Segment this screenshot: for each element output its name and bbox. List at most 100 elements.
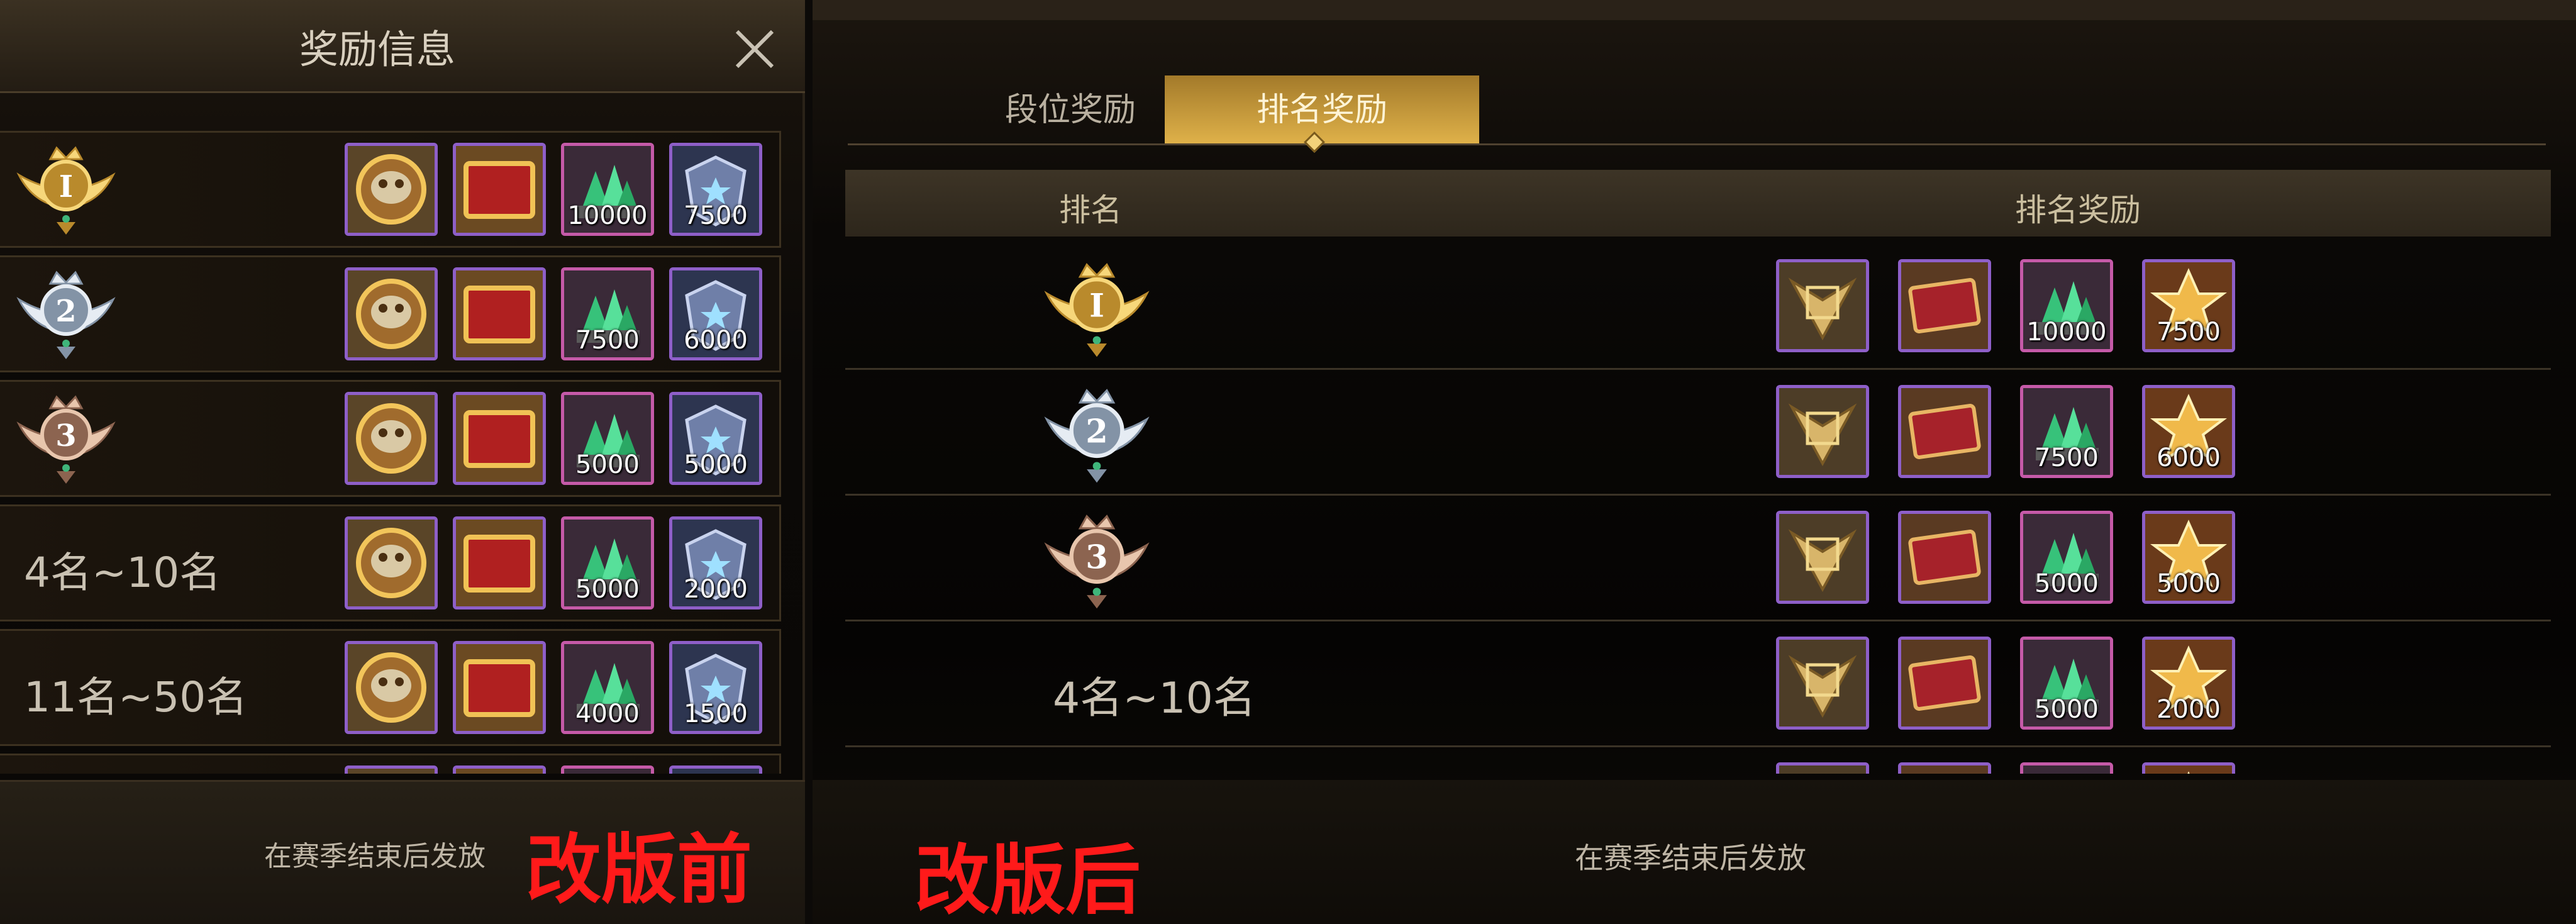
reward-crystal-icon[interactable]: 7500 — [2020, 385, 2113, 478]
reward-crystal-icon[interactable] — [561, 765, 654, 774]
reward-crystal-icon[interactable]: 4000 — [561, 641, 654, 734]
reward-crystal-icon[interactable]: 7500 — [561, 267, 654, 360]
item-quantity: 5000 — [2035, 695, 2099, 724]
reward-row: 11名~50名 4000 1500 — [0, 629, 781, 746]
reward-card-icon[interactable] — [453, 392, 546, 485]
reward-frame-icon[interactable] — [345, 516, 438, 610]
reward-card-icon[interactable] — [1898, 385, 1991, 478]
reward-emblem-icon[interactable]: 7500 — [669, 143, 762, 236]
panel-header: 奖励信息 — [0, 0, 805, 93]
reward-frame-icon[interactable] — [345, 267, 438, 360]
item-quantity: 2000 — [2157, 695, 2221, 724]
reward-emblem-icon[interactable]: 6000 — [669, 267, 762, 360]
rank-2-medal-icon: 2 — [1044, 389, 1150, 483]
reward-frame-icon[interactable] — [345, 143, 438, 236]
reward-card-icon[interactable] — [453, 143, 546, 236]
reward-row: 3 5000 5000 — [0, 380, 781, 497]
reward-card-icon[interactable] — [1898, 637, 1991, 730]
reward-card-icon[interactable] — [453, 765, 546, 774]
reward-emblem-icon[interactable] — [2142, 762, 2235, 774]
reward-table[interactable]: I 10000 7500 2 7500 6000 3 5000 5000 4名~… — [845, 245, 2551, 774]
top-bar — [813, 0, 2576, 20]
rank-range-label: 4名~10名 — [1053, 674, 1256, 723]
reward-emblem-icon[interactable]: 2000 — [669, 516, 762, 610]
item-quantity: 2000 — [684, 575, 748, 604]
table-row: I 10000 7500 — [845, 245, 2551, 370]
item-quantity: 5000 — [2157, 569, 2221, 598]
column-header-rank: 排名 — [1059, 192, 1122, 228]
item-quantity: 5000 — [575, 450, 640, 479]
reward-card-icon[interactable] — [453, 267, 546, 360]
reward-emblem-icon[interactable]: 7500 — [2142, 259, 2235, 352]
comparison-screenshot: 奖励信息 I 10000 7500 2 7500 6000 3 5000 500… — [0, 0, 2576, 924]
reward-emblem-icon[interactable]: 2000 — [2142, 637, 2235, 730]
reward-emblem-icon[interactable] — [669, 765, 762, 774]
reward-crystal-icon[interactable]: 5000 — [561, 392, 654, 485]
rank-3-medal-icon: 3 — [16, 395, 116, 484]
reward-row: 2 7500 6000 — [0, 255, 781, 372]
version-caption-after: 改版后 — [914, 837, 1141, 924]
svg-text:3: 3 — [55, 418, 76, 454]
tab-rank-reward[interactable]: 排名奖励 — [1165, 75, 1479, 145]
reward-card-icon[interactable] — [453, 641, 546, 734]
rank-1-medal-icon: I — [16, 146, 116, 235]
reward-crystal-icon[interactable]: 5000 — [2020, 637, 2113, 730]
reward-frame-icon[interactable] — [1776, 637, 1869, 730]
reward-emblem-icon[interactable]: 1500 — [669, 641, 762, 734]
reward-emblem-icon[interactable]: 5000 — [669, 392, 762, 485]
reward-crystal-icon[interactable] — [2020, 762, 2113, 774]
reward-frame-icon[interactable] — [345, 392, 438, 485]
table-row: 3 5000 5000 — [845, 497, 2551, 621]
reward-card-icon[interactable] — [1898, 259, 1991, 352]
item-quantity: 5000 — [575, 575, 640, 604]
item-quantity: 6000 — [2157, 443, 2221, 472]
table-row: 2 7500 6000 — [845, 371, 2551, 496]
reward-card-icon[interactable] — [453, 516, 546, 610]
item-quantity: 10000 — [567, 201, 648, 230]
reward-emblem-icon[interactable]: 5000 — [2142, 511, 2235, 604]
tab-divider — [848, 143, 2546, 145]
reward-frame-icon[interactable] — [345, 641, 438, 734]
reward-info-panel-before: 奖励信息 I 10000 7500 2 7500 6000 3 5000 500… — [0, 0, 805, 924]
reward-crystal-icon[interactable]: 5000 — [2020, 511, 2113, 604]
reward-frame-icon[interactable] — [1776, 385, 1869, 478]
reward-info-panel-after: 段位奖励 排名奖励 排名 排名奖励 I 10000 7500 2 7500 60… — [813, 0, 2576, 924]
version-caption-before: 改版前 — [526, 827, 752, 914]
reward-frame-icon[interactable] — [1776, 259, 1869, 352]
reward-crystal-icon[interactable]: 5000 — [561, 516, 654, 610]
reward-card-icon[interactable] — [1898, 762, 1991, 774]
item-quantity: 4000 — [575, 699, 640, 728]
distribution-note: 在赛季结束后发放 — [1575, 841, 1806, 875]
item-quantity: 10000 — [2026, 318, 2107, 347]
rank-3-medal-icon: 3 — [1044, 515, 1150, 609]
reward-frame-icon[interactable] — [1776, 762, 1869, 774]
svg-text:3: 3 — [1085, 539, 1108, 577]
item-quantity: 6000 — [684, 326, 748, 355]
reward-card-icon[interactable] — [1898, 511, 1991, 604]
reward-crystal-icon[interactable]: 10000 — [561, 143, 654, 236]
reward-list[interactable]: I 10000 7500 2 7500 6000 3 5000 5000 4名~… — [0, 126, 786, 774]
item-quantity: 1500 — [684, 699, 748, 728]
column-header-reward: 排名奖励 — [2015, 192, 2141, 228]
panel-footer: 改版后 在赛季结束后发放 — [813, 780, 2576, 924]
reward-row: 4名~10名 5000 2000 — [0, 504, 781, 621]
reward-emblem-icon[interactable]: 6000 — [2142, 385, 2235, 478]
svg-text:2: 2 — [55, 294, 76, 329]
item-quantity: 7500 — [2157, 318, 2221, 347]
table-row-partial — [845, 749, 2551, 774]
item-quantity: 5000 — [684, 450, 748, 479]
reward-row-partial — [0, 754, 781, 774]
close-icon[interactable] — [730, 24, 780, 74]
svg-text:I: I — [59, 169, 73, 204]
panel-footer: 在赛季结束后发放 改版前 — [0, 780, 805, 924]
item-quantity: 5000 — [2035, 569, 2099, 598]
item-quantity: 7500 — [575, 326, 640, 355]
reward-crystal-icon[interactable]: 10000 — [2020, 259, 2113, 352]
item-quantity: 7500 — [684, 201, 748, 230]
reward-frame-icon[interactable] — [345, 765, 438, 774]
reward-row: I 10000 7500 — [0, 131, 781, 248]
table-header: 排名 排名奖励 — [845, 170, 2551, 237]
reward-frame-icon[interactable] — [1776, 511, 1869, 604]
rank-1-medal-icon: I — [1044, 263, 1150, 357]
item-quantity: 7500 — [2035, 443, 2099, 472]
